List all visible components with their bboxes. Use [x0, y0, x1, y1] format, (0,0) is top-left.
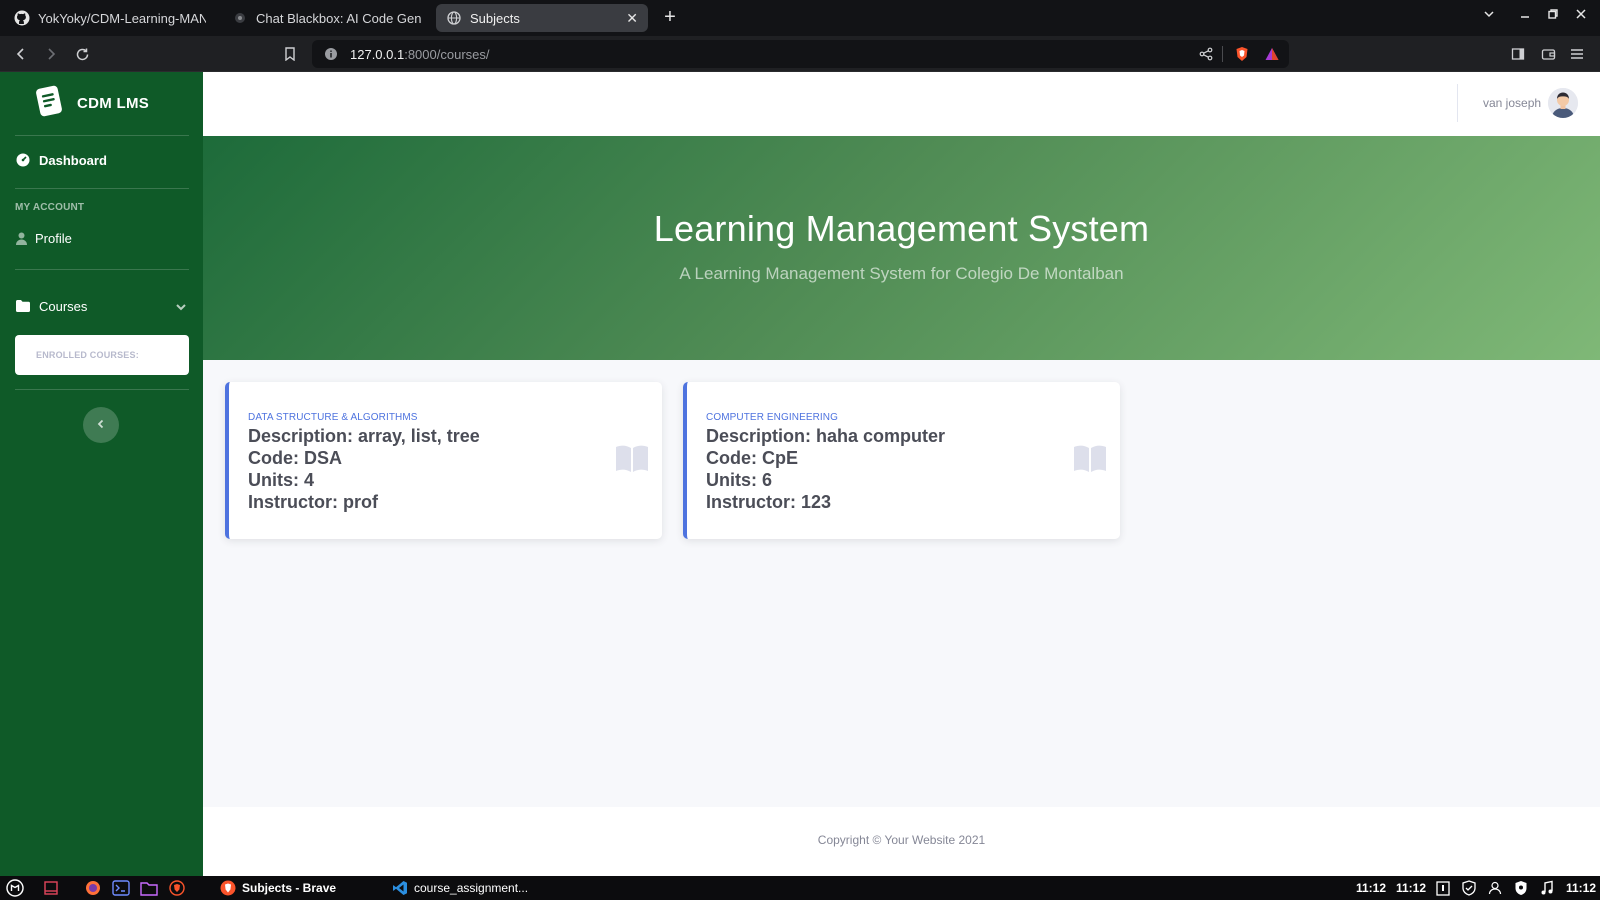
chevron-down-icon[interactable] [174, 300, 188, 314]
tab-title: Subjects [470, 10, 520, 26]
course-instructor: Instructor: 123 [706, 492, 832, 512]
brand-link[interactable]: CDM LMS [0, 72, 203, 134]
wallet-icon[interactable] [1536, 42, 1560, 66]
tab-github[interactable]: YokYoky/CDM-Learning-MANAGE [4, 4, 216, 32]
avatar[interactable] [1548, 88, 1578, 118]
info-icon[interactable] [324, 47, 338, 61]
book-open-icon [615, 444, 649, 472]
sidebar-divider [15, 135, 189, 136]
firefox-icon[interactable] [84, 879, 102, 897]
sidebar-divider [15, 389, 189, 390]
os-taskbar: Subjects - Brave course_assignment... 11… [0, 876, 1600, 900]
clock-text[interactable]: 11:12 [1566, 881, 1596, 895]
sidebar-item-dashboard[interactable]: Dashboard [15, 152, 107, 168]
hero-banner: Learning Management System A Learning Ma… [203, 136, 1600, 360]
sidebar-divider [15, 188, 189, 189]
footer: Copyright © Your Website 2021 [203, 807, 1600, 876]
taskbar-task-brave[interactable]: Subjects - Brave [220, 879, 336, 897]
course-category: COMPUTER ENGINEERING [706, 412, 839, 423]
forward-icon[interactable] [39, 42, 63, 66]
terminal-icon[interactable] [112, 879, 130, 897]
course-description: Description: array, list, tree [248, 426, 480, 446]
sidebar-item-label: Dashboard [39, 152, 107, 168]
sidebar-toggle-button[interactable] [83, 407, 119, 443]
topbar-divider [1457, 84, 1458, 122]
course-instructor: Instructor: prof [248, 492, 378, 512]
clipboard-icon[interactable] [1434, 879, 1452, 897]
new-tab-button[interactable]: + [658, 6, 682, 30]
user-icon[interactable] [1486, 879, 1504, 897]
urlbar-divider [1222, 46, 1223, 62]
copyright-text: Copyright © Your Website 2021 [817, 833, 986, 847]
sidebar-heading-account: MY ACCOUNT [15, 202, 85, 213]
close-window-icon[interactable] [1570, 8, 1592, 23]
course-description: Description: haha computer [706, 426, 946, 446]
tab-blackbox[interactable]: Chat Blackbox: AI Code Generati [222, 4, 432, 32]
sidebar-item-label: Profile [35, 230, 72, 246]
course-card[interactable]: DATA STRUCTURE & ALGORITHMS Description:… [225, 382, 662, 539]
address-bar[interactable]: 127.0.0.1:8000/courses/ [312, 40, 1289, 68]
url-host: 127.0.0.1 [350, 46, 405, 62]
folder-icon [15, 298, 31, 314]
hero-title: Learning Management System [653, 208, 1150, 249]
file-manager-icon[interactable] [140, 879, 158, 897]
notebook-icon [33, 84, 65, 123]
hero-subtitle: A Learning Management System for Colegio… [679, 264, 1124, 283]
browser-tab-bar: YokYoky/CDM-Learning-MANAGE Chat Blackbo… [0, 0, 1600, 36]
taskbar-task-label: course_assignment... [414, 881, 529, 895]
show-desktop-icon[interactable] [42, 879, 60, 897]
globe-icon [446, 10, 462, 26]
tab-list-chevron-icon[interactable] [1478, 8, 1500, 23]
topbar: van joseph [203, 72, 1600, 136]
taskbar-task-vscode[interactable]: course_assignment... [392, 879, 528, 897]
book-open-icon [1073, 444, 1107, 472]
courses-collapse-panel: ENROLLED COURSES: [15, 335, 189, 375]
tab-subjects[interactable]: Subjects ✕ [436, 4, 648, 32]
back-icon[interactable] [9, 42, 33, 66]
sidebar-panel-icon[interactable] [1506, 42, 1530, 66]
course-category: DATA STRUCTURE & ALGORITHMS [248, 412, 418, 423]
sidebar-item-label: Courses [39, 298, 88, 314]
github-icon [14, 10, 30, 26]
minimize-icon[interactable] [1514, 8, 1536, 23]
course-code: Code: CpE [706, 448, 798, 468]
sidebar-item-profile[interactable]: Profile [15, 230, 72, 246]
menu-icon[interactable] [1565, 42, 1589, 66]
clock-text[interactable]: 11:12 [1356, 881, 1386, 895]
start-menu-icon[interactable] [6, 879, 24, 897]
user-name[interactable]: van joseph [1483, 96, 1541, 110]
enrolled-courses-heading: ENROLLED COURSES: [36, 350, 139, 360]
course-code: Code: DSA [248, 448, 342, 468]
course-card[interactable]: COMPUTER ENGINEERING Description: haha c… [683, 382, 1120, 539]
blackbox-icon [232, 10, 248, 26]
bookmark-icon[interactable] [278, 42, 302, 66]
tab-title: YokYoky/CDM-Learning-MANAGE [38, 10, 206, 26]
url-path: :8000/courses/ [404, 46, 490, 62]
reload-icon[interactable] [70, 42, 94, 66]
music-icon[interactable] [1538, 879, 1556, 897]
clock-text[interactable]: 11:12 [1396, 881, 1426, 895]
course-units: Units: 4 [248, 470, 315, 490]
brave-shields-icon[interactable] [1232, 40, 1252, 68]
sidebar: CDM LMS Dashboard MY ACCOUNT Profile Cou… [0, 72, 203, 876]
brave-browser-icon [220, 880, 236, 896]
sidebar-divider [15, 269, 189, 270]
brave-rewards-icon[interactable] [1262, 40, 1282, 68]
brand-name: CDM LMS [77, 94, 150, 112]
close-icon[interactable]: ✕ [626, 10, 638, 27]
chevron-left-icon [96, 416, 106, 434]
restore-icon[interactable] [1542, 8, 1564, 23]
shield-icon[interactable] [1460, 879, 1478, 897]
taskbar-task-label: Subjects - Brave [242, 881, 337, 895]
sidebar-item-courses[interactable]: Courses [15, 298, 87, 314]
user-icon [15, 230, 27, 246]
tab-title: Chat Blackbox: AI Code Generati [256, 10, 422, 26]
tachometer-icon [15, 152, 31, 168]
browser-toolbar: 127.0.0.1:8000/courses/ [0, 36, 1600, 72]
brave-browser-icon[interactable] [168, 879, 186, 897]
course-units: Units: 6 [706, 470, 773, 490]
vscode-icon [392, 880, 408, 896]
share-icon[interactable] [1196, 40, 1216, 68]
security-icon[interactable] [1512, 879, 1530, 897]
